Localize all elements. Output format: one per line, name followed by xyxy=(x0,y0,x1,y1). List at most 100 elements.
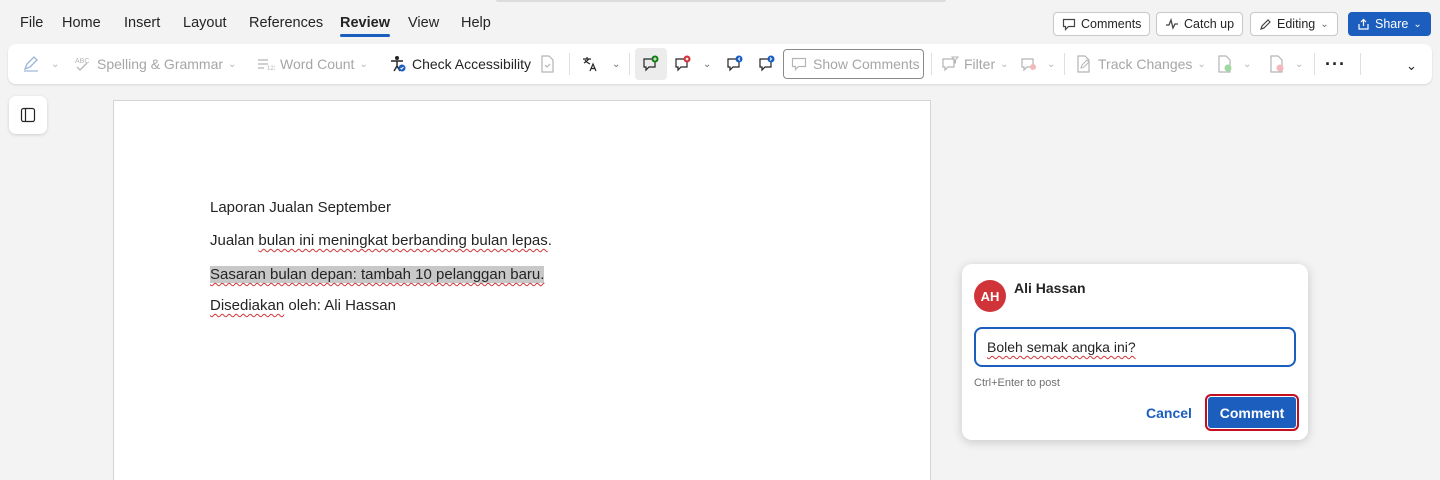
ribbon-separator xyxy=(1314,53,1315,75)
pulse-icon xyxy=(1166,18,1178,30)
catch-up-label: Catch up xyxy=(1184,17,1235,31)
menu-bar: File Home Insert Layout References Revie… xyxy=(0,0,1440,44)
post-shortcut-hint: Ctrl+Enter to post xyxy=(974,377,1060,389)
delete-comment-button[interactable]: ⌄ xyxy=(674,52,711,76)
chevron-down-icon: ⌄ xyxy=(1047,58,1056,70)
editor-pen-icon xyxy=(23,56,38,72)
ribbon-separator xyxy=(569,53,570,75)
accept-change-icon xyxy=(1218,55,1232,73)
menu-file[interactable]: File xyxy=(20,15,43,31)
new-comment-card: AH Ali Hassan Boleh semak angka ini? Ctr… xyxy=(962,264,1308,440)
paragraph-1-start: Jualan xyxy=(210,232,259,249)
next-comment-button[interactable] xyxy=(758,52,776,76)
chevron-down-icon: ⌄ xyxy=(1243,58,1252,70)
chevron-down-icon: ⌄ xyxy=(228,58,237,70)
spelling-flagged-text: Disediakan xyxy=(210,297,285,314)
comments-button[interactable]: Comments xyxy=(1053,12,1151,36)
document-paragraph-2: Sasaran bulan depan: tambah 10 pelanggan… xyxy=(210,266,545,283)
pencil-icon xyxy=(1260,18,1271,30)
navigation-pane-button[interactable] xyxy=(9,96,47,134)
selected-text: Sasaran bulan depan: tambah 10 pelanggan… xyxy=(210,266,545,283)
accessibility-icon xyxy=(391,56,406,72)
show-comments-button[interactable]: Show Comments xyxy=(783,49,924,79)
menu-review[interactable]: Review xyxy=(340,15,390,37)
document-title: Laporan Jualan September xyxy=(210,199,391,216)
filter-label: Filter xyxy=(964,56,996,72)
chevron-down-icon: ⌄ xyxy=(612,58,621,70)
word-count-icon: 123 xyxy=(258,59,275,71)
track-changes-label: Track Changes xyxy=(1098,56,1193,72)
expand-ribbon-button[interactable]: ⌄ xyxy=(1406,54,1417,78)
new-comment-icon-wrap xyxy=(642,52,660,76)
markup-button[interactable]: ⌄ xyxy=(1020,52,1055,76)
post-comment-button[interactable]: Comment xyxy=(1205,394,1299,431)
editing-label: Editing xyxy=(1277,17,1316,31)
editor-button[interactable]: ⌄ xyxy=(22,52,59,76)
ribbon-separator xyxy=(931,53,932,75)
reject-change-icon xyxy=(1270,55,1284,73)
navigation-pane-icon xyxy=(20,107,36,123)
cancel-button[interactable]: Cancel xyxy=(1146,405,1192,421)
check-accessibility-label: Check Accessibility xyxy=(412,56,532,72)
previous-comment-icon xyxy=(727,55,743,72)
menu-layout[interactable]: Layout xyxy=(183,15,227,31)
editing-mode-button[interactable]: Editing ⌄ xyxy=(1250,12,1338,36)
catch-up-button[interactable]: Catch up xyxy=(1156,12,1244,36)
next-comment-icon xyxy=(759,55,775,72)
chevron-down-icon: ⌄ xyxy=(1000,58,1009,70)
document-paragraph-3: Disediakan oleh: Ali Hassan xyxy=(210,297,396,314)
spelling-grammar-button[interactable]: ABC Spelling & Grammar ⌄ xyxy=(74,52,236,76)
translate-icon xyxy=(583,57,597,72)
comment-author: Ali Hassan xyxy=(1014,280,1086,296)
share-icon xyxy=(1358,18,1369,30)
comment-icon xyxy=(1062,18,1076,31)
menu-insert[interactable]: Insert xyxy=(124,15,160,31)
menu-references[interactable]: References xyxy=(249,15,323,31)
show-comments-label: Show Comments xyxy=(813,56,920,72)
comment-icon xyxy=(791,57,807,71)
reject-change-button[interactable]: ⌄ xyxy=(1268,52,1303,76)
chevron-down-icon: ⌄ xyxy=(1413,18,1422,30)
word-count-button[interactable]: 123 Word Count ⌄ xyxy=(257,52,368,76)
language-button[interactable]: ⌄ xyxy=(581,52,620,76)
previous-comment-button[interactable] xyxy=(726,52,744,76)
menu-help[interactable]: Help xyxy=(461,15,491,31)
new-comment-icon xyxy=(643,55,659,72)
paragraph-1-end: . xyxy=(547,232,552,249)
chevron-down-icon: ⌄ xyxy=(1295,58,1304,70)
accept-change-button[interactable]: ⌄ xyxy=(1216,52,1251,76)
review-ribbon: ⌄ ABC Spelling & Grammar ⌄ 123 Word Coun… xyxy=(8,44,1432,84)
filter-comments-icon xyxy=(942,56,959,72)
svg-text:ABC: ABC xyxy=(75,58,89,65)
filter-button[interactable]: Filter ⌄ xyxy=(941,52,1009,76)
markup-icon xyxy=(1021,58,1036,72)
comment-input-text: Boleh semak angka ini? xyxy=(987,339,1136,355)
document-page[interactable]: Laporan Jualan September Jualan bulan in… xyxy=(113,100,931,480)
menu-view[interactable]: View xyxy=(408,15,439,31)
chevron-down-icon: ⌄ xyxy=(1320,18,1329,30)
title-bar-edge xyxy=(496,0,946,2)
share-button[interactable]: Share ⌄ xyxy=(1348,12,1431,36)
chevron-down-icon: ⌄ xyxy=(1406,58,1417,73)
track-changes-icon xyxy=(1077,55,1090,73)
check-accessibility-button[interactable]: Check Accessibility xyxy=(389,52,531,76)
menu-home[interactable]: Home xyxy=(62,15,101,31)
ribbon-separator xyxy=(1064,53,1065,75)
comment-input[interactable]: Boleh semak angka ini? xyxy=(974,327,1296,367)
chevron-down-icon: ⌄ xyxy=(703,58,712,70)
svg-text:123: 123 xyxy=(267,66,275,71)
spelling-flagged-text: bulan ini meningkat berbanding bulan lep… xyxy=(258,232,548,249)
word-count-label: Word Count xyxy=(280,56,355,72)
paragraph-3-end: oleh: Ali Hassan xyxy=(284,297,396,314)
track-changes-button[interactable]: Track Changes ⌄ xyxy=(1075,52,1206,76)
avatar: AH xyxy=(974,280,1006,312)
document-paragraph-1: Jualan bulan ini meningkat berbanding bu… xyxy=(210,232,552,249)
accessibility-assistant-button[interactable] xyxy=(539,52,555,76)
ribbon-separator xyxy=(1360,53,1361,75)
share-label: Share xyxy=(1375,17,1409,31)
more-options-icon[interactable]: ··· xyxy=(1325,52,1346,76)
spelling-label: Spelling & Grammar xyxy=(97,56,224,72)
chevron-down-icon: ⌄ xyxy=(1197,58,1206,70)
document-check-icon xyxy=(541,55,554,73)
chevron-down-icon: ⌄ xyxy=(359,58,368,70)
